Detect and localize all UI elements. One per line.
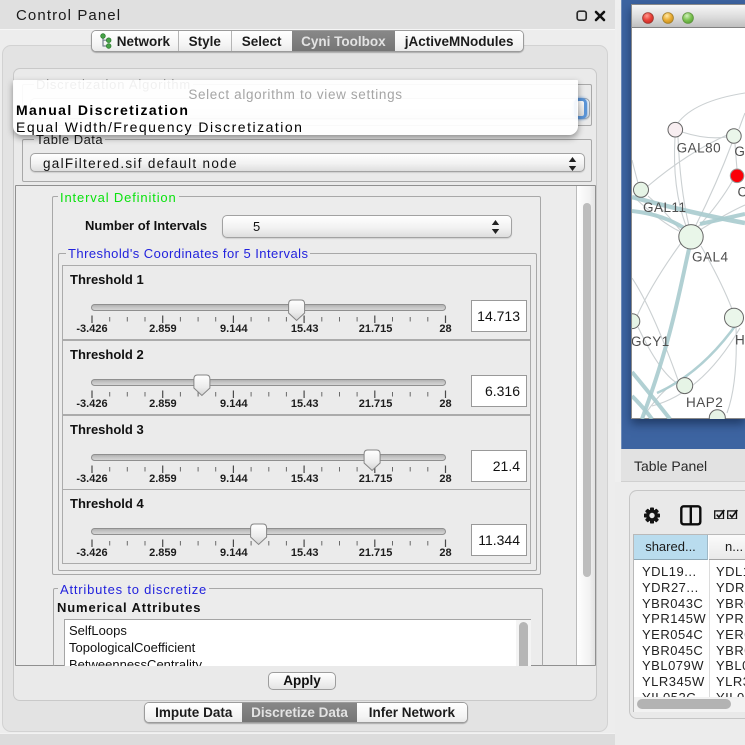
svg-text:GAL11: GAL11 (643, 200, 687, 215)
svg-text:HAP2: HAP2 (686, 395, 723, 410)
svg-text:GAL: GAL (734, 144, 745, 159)
svg-text:GAL80: GAL80 (677, 141, 722, 156)
svg-text:CY: CY (738, 185, 745, 200)
svg-text:H: H (735, 333, 745, 348)
svg-text:GAL4: GAL4 (692, 250, 729, 265)
svg-text:GCY1: GCY1 (632, 334, 670, 349)
